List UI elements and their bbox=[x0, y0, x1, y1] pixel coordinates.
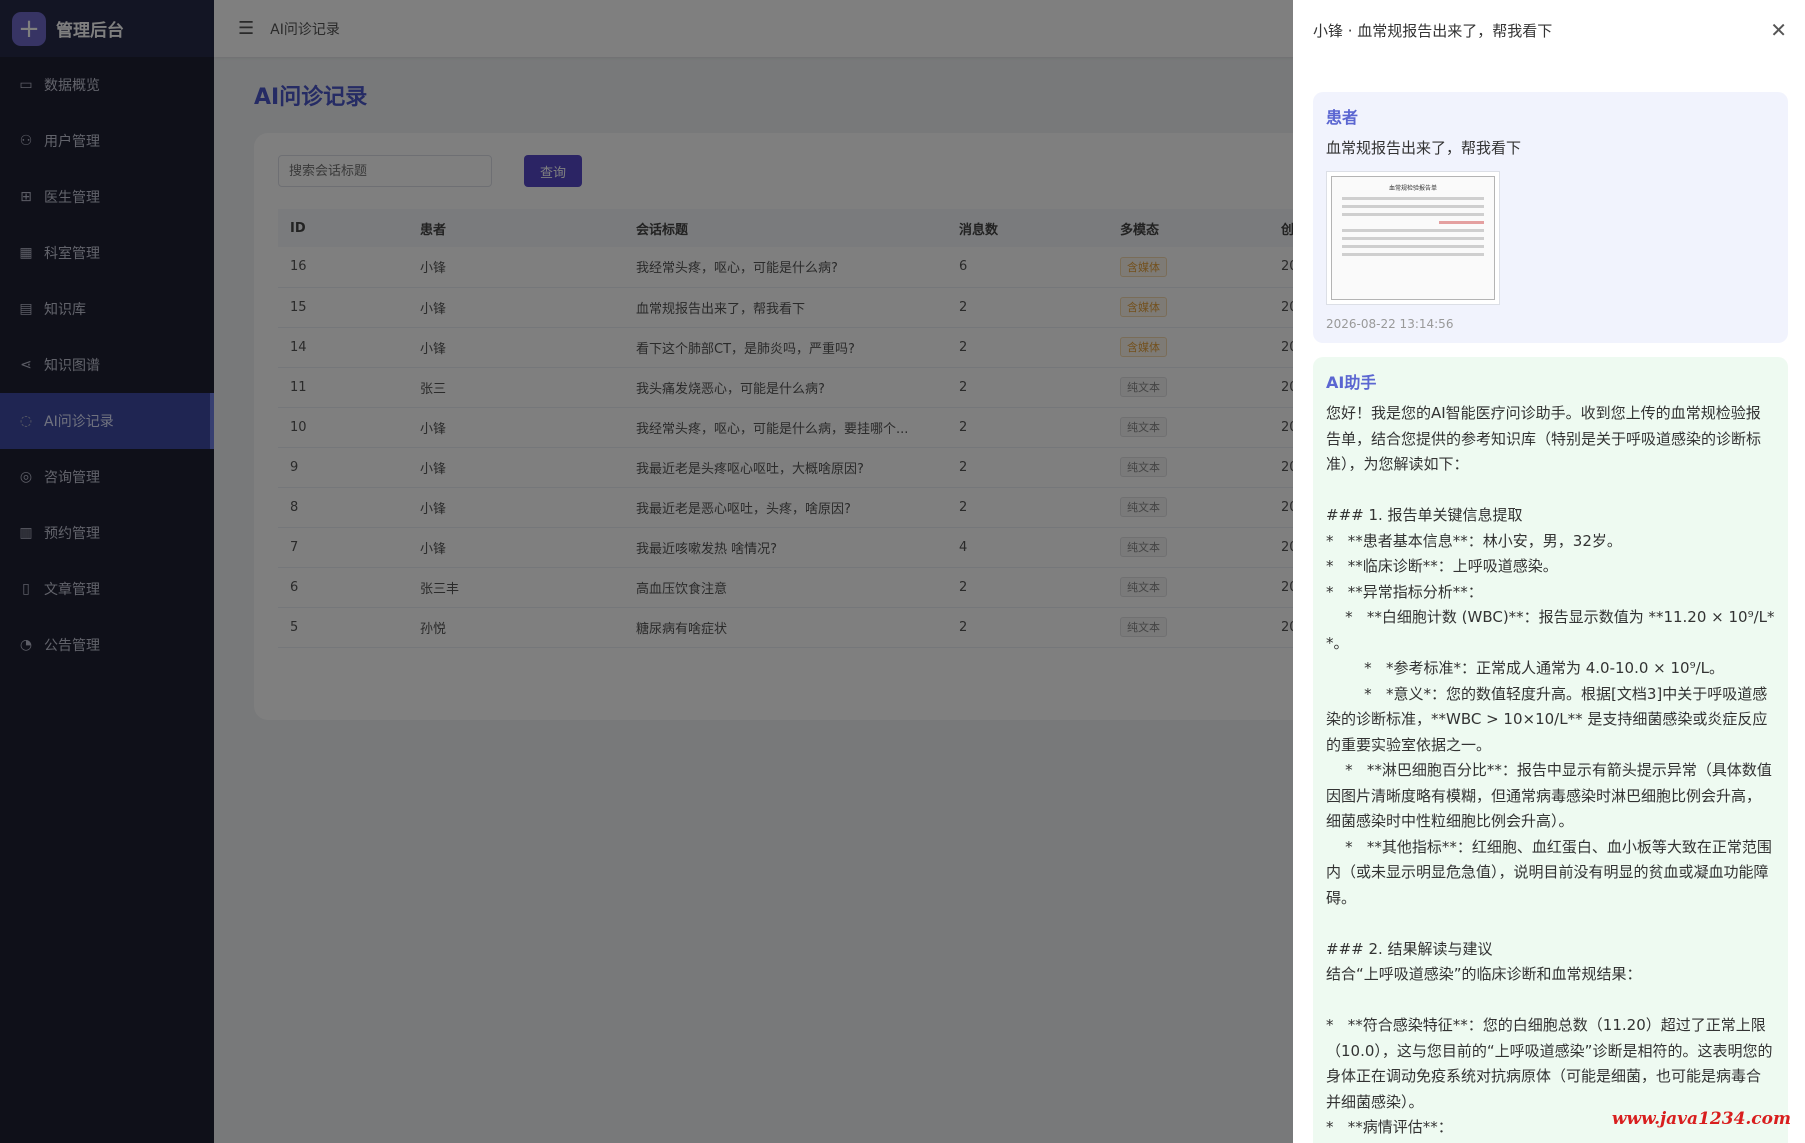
user-message-text: 血常规报告出来了，帮我看下 bbox=[1326, 139, 1522, 157]
ai-message-text: 您好！我是您的AI智能医疗问诊助手。收到您上传的血常规检验报告单，结合您提供的参… bbox=[1326, 404, 1775, 1136]
user-message-bubble: 患者 血常规报告出来了，帮我看下 血常规检验报告单 2026-08-22 13:… bbox=[1313, 92, 1788, 343]
user-role-label: 患者 bbox=[1326, 108, 1359, 127]
attachment-thumbnail[interactable]: 血常规检验报告单 bbox=[1326, 171, 1500, 305]
drawer-title: 小锋 · 血常规报告出来了，帮我看下 bbox=[1313, 21, 1553, 40]
detail-drawer: 小锋 · 血常规报告出来了，帮我看下 ✕ 患者 血常规报告出来了，帮我看下 血常… bbox=[1293, 0, 1805, 1143]
drawer-header: 小锋 · 血常规报告出来了，帮我看下 ✕ bbox=[1293, 0, 1805, 60]
user-message-time: 2026-08-22 13:14:56 bbox=[1326, 317, 1454, 331]
watermark: www.java1234.com bbox=[1611, 1109, 1791, 1129]
blood-report-image: 血常规检验报告单 bbox=[1331, 176, 1495, 300]
attachment-title: 血常规检验报告单 bbox=[1388, 185, 1437, 192]
ai-role-label: AI助手 bbox=[1326, 373, 1377, 392]
close-icon[interactable]: ✕ bbox=[1770, 18, 1787, 42]
ai-message-bubble: AI助手 您好！我是您的AI智能医疗问诊助手。收到您上传的血常规检验报告单，结合… bbox=[1313, 357, 1788, 1143]
